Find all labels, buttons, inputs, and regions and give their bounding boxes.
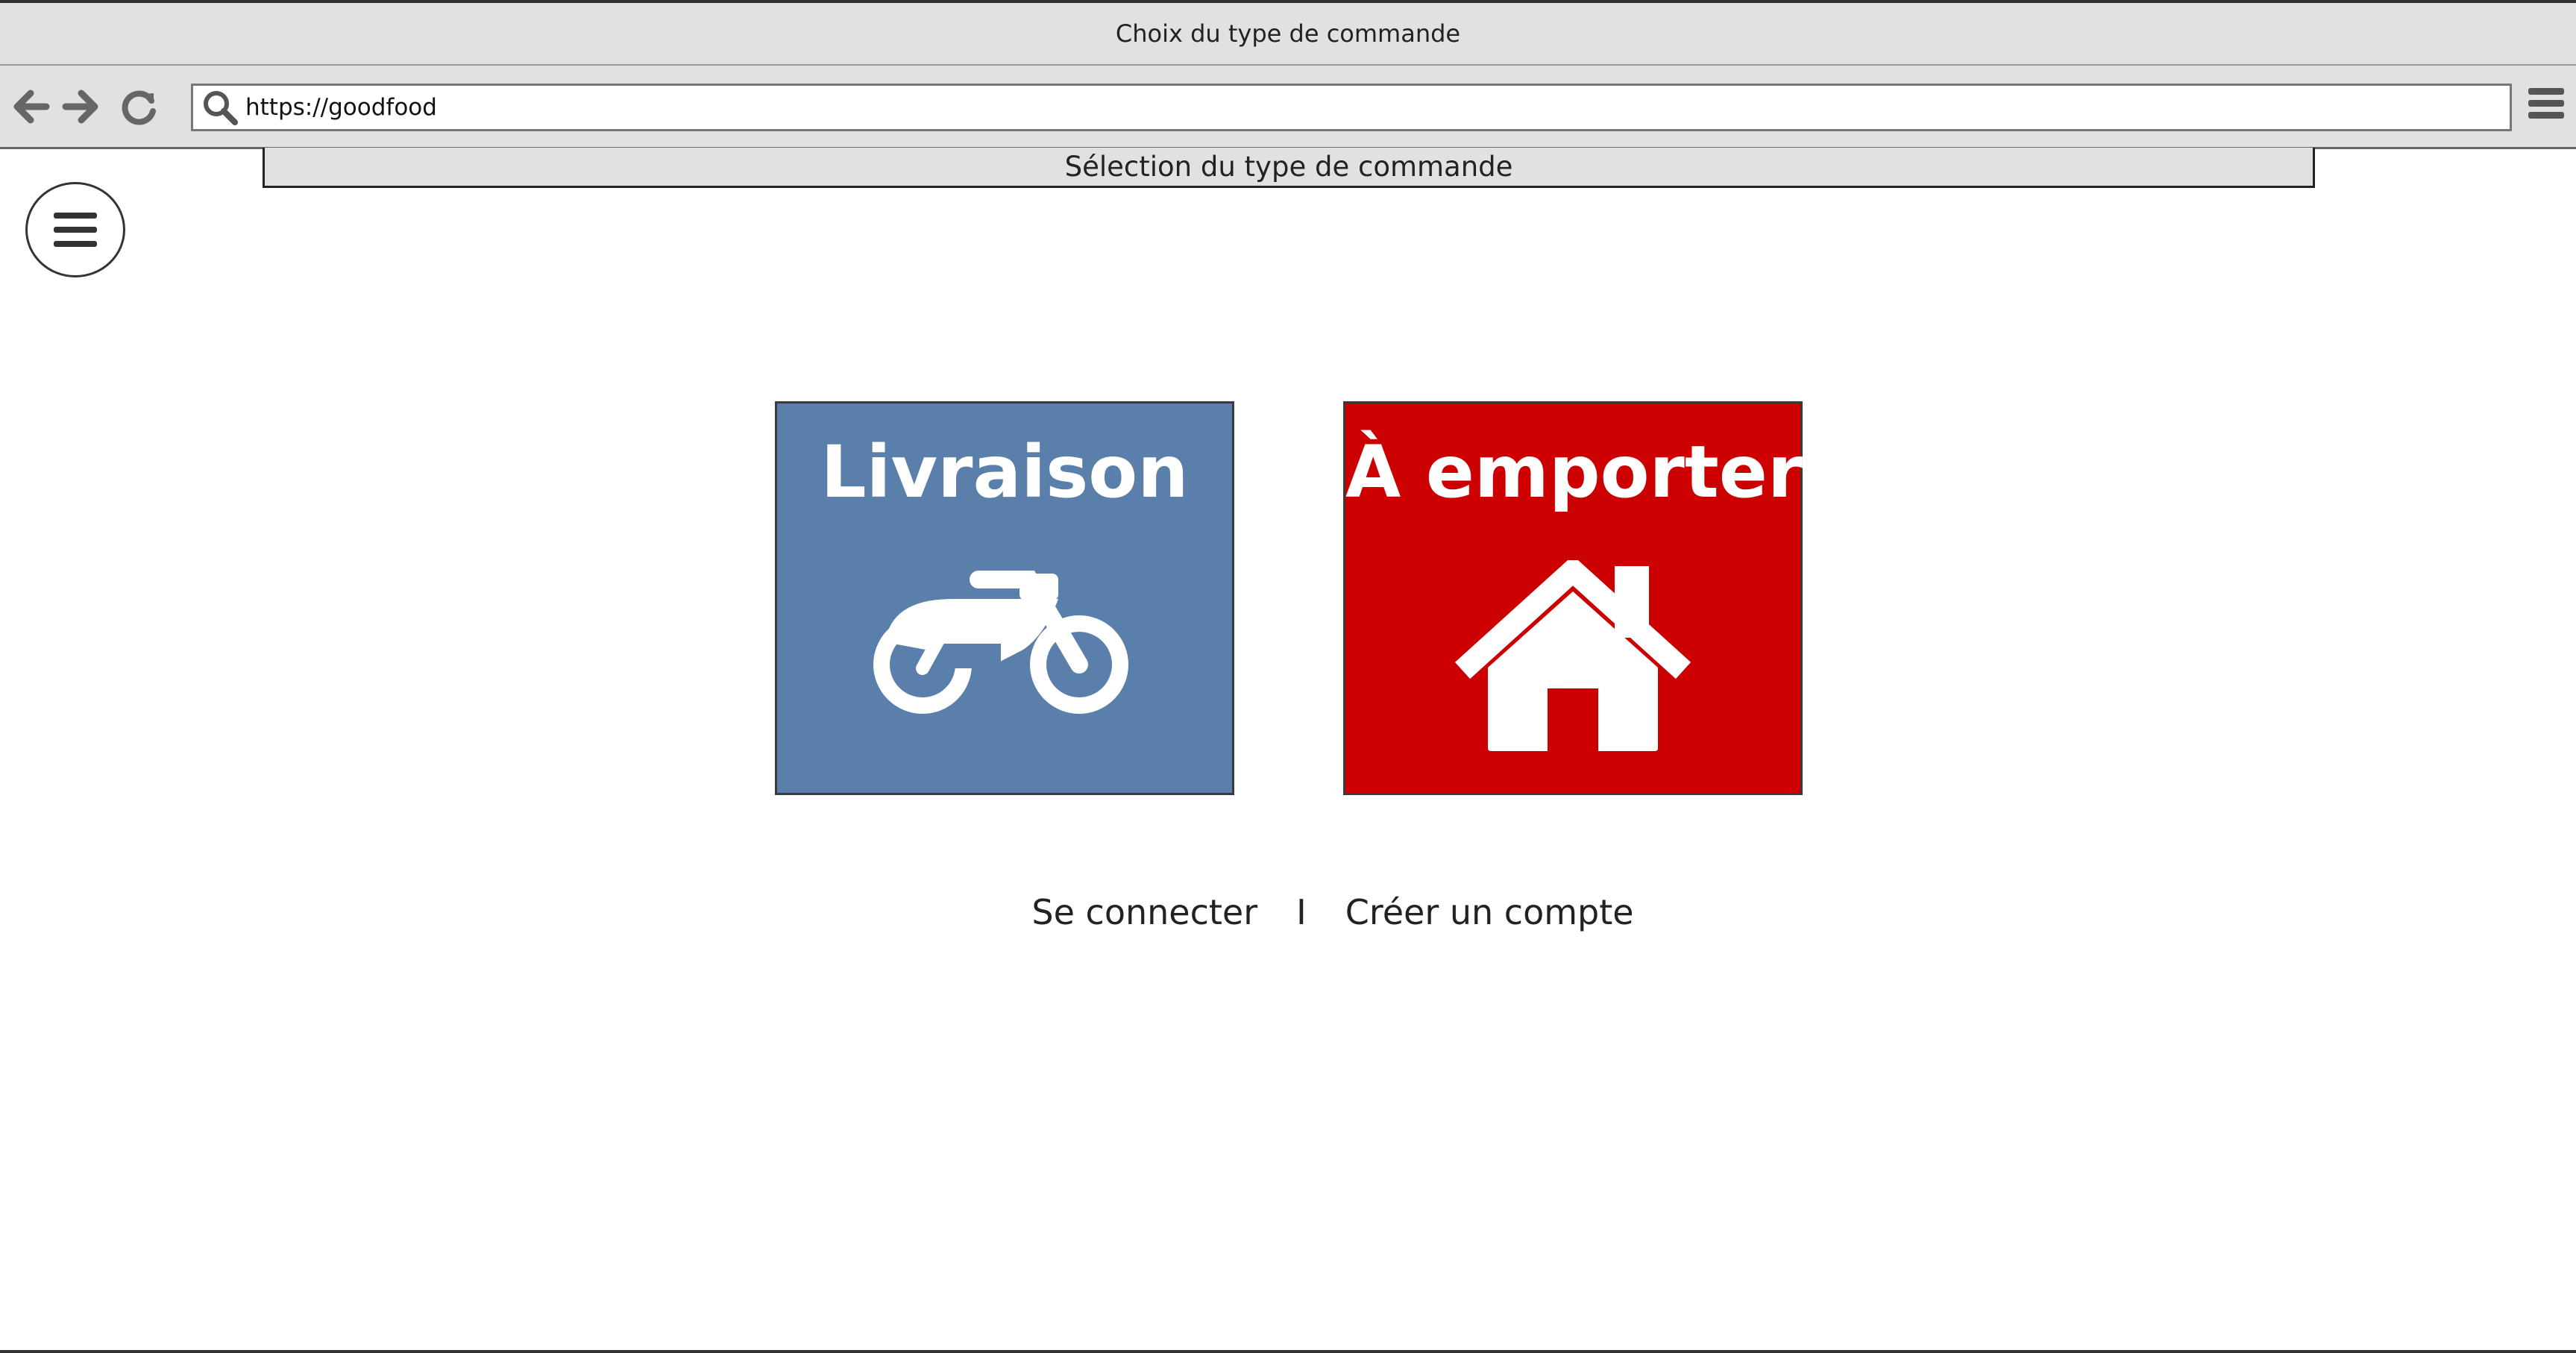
menu-icon[interactable]: [2528, 88, 2564, 127]
motorcycle-icon: [873, 571, 1128, 714]
auth-links: Se connecter I Créer un compte: [0, 892, 2576, 932]
separator: I: [1296, 892, 1307, 932]
takeaway-option-label: À emporter: [1345, 430, 1803, 514]
delivery-option-card[interactable]: Livraison: [775, 401, 1234, 795]
back-arrow-icon[interactable]: [10, 87, 51, 127]
window-title: Choix du type de commande: [1115, 19, 1461, 48]
search-icon: [201, 88, 239, 127]
page-header: Sélection du type de commande: [263, 148, 2315, 188]
hamburger-menu-icon: [54, 213, 97, 247]
page-title: Sélection du type de commande: [1064, 151, 1513, 183]
hamburger-menu-button[interactable]: [25, 182, 125, 277]
house-icon: [1454, 560, 1691, 751]
register-link[interactable]: Créer un compte: [1345, 892, 1634, 932]
address-bar[interactable]: [191, 84, 2512, 131]
takeaway-option-card[interactable]: À emporter: [1343, 401, 1803, 795]
window-titlebar: Choix du type de commande: [0, 3, 2576, 66]
browser-window: Choix du type de commande Sélection du t…: [0, 0, 2576, 1353]
delivery-option-label: Livraison: [820, 430, 1189, 514]
forward-arrow-icon[interactable]: [61, 87, 101, 127]
login-link[interactable]: Se connecter: [1031, 892, 1257, 932]
reload-icon[interactable]: [119, 87, 160, 127]
url-input[interactable]: [245, 94, 2510, 121]
browser-toolbar: [0, 66, 2576, 149]
